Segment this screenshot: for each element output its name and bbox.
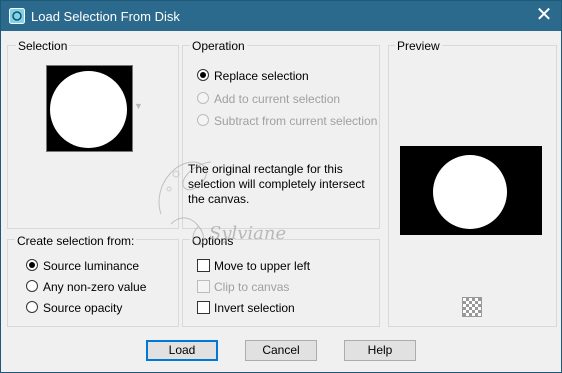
message-line: the canvas. [188, 192, 250, 206]
close-button[interactable]: ✕ [527, 1, 561, 31]
message-line: The original rectangle for this [188, 162, 343, 176]
radio-label: Subtract from current selection [214, 114, 378, 128]
preview-image [400, 146, 542, 235]
radio-indicator[interactable] [26, 301, 38, 313]
title-bar[interactable]: Load Selection From Disk ✕ [1, 1, 561, 31]
checkbox-box [197, 280, 210, 293]
close-icon: ✕ [535, 4, 553, 26]
radio-indicator [197, 92, 209, 104]
help-button[interactable]: Help [344, 340, 416, 361]
radio-label: Source luminance [43, 259, 140, 273]
preview-circle-shape [433, 155, 507, 229]
radio-indicator[interactable] [26, 280, 38, 292]
operation-group-title: Operation [190, 39, 247, 53]
transparency-checker-icon[interactable] [462, 297, 482, 317]
radio-label: Any non-zero value [43, 280, 147, 294]
checkbox-label: Move to upper left [214, 259, 311, 273]
message-line: selection will completely intersect [188, 177, 365, 191]
radio-label: Add to current selection [214, 92, 341, 106]
selection-thumbnail[interactable] [46, 65, 133, 152]
radio-indicator [197, 114, 209, 126]
create-from-group-title: Create selection from: [15, 234, 137, 248]
selection-circle-shape [50, 71, 127, 148]
preview-group-title: Preview [395, 39, 442, 53]
checkbox-box[interactable] [197, 259, 210, 272]
selection-group-title: Selection [16, 39, 70, 53]
selection-app-icon [9, 8, 25, 24]
checkbox-label: Invert selection [214, 301, 295, 315]
radio-label: Source opacity [43, 301, 123, 315]
checkbox-box[interactable] [197, 301, 210, 314]
cancel-button[interactable]: Cancel [245, 340, 317, 361]
radio-indicator[interactable] [26, 259, 38, 271]
dropdown-arrow-icon[interactable]: ▼ [134, 101, 143, 111]
window-title: Load Selection From Disk [31, 9, 180, 24]
dialog-window: Load Selection From Disk ✕ Selection ▼ O… [0, 0, 562, 373]
radio-label: Replace selection [214, 69, 309, 83]
options-group-title: Options [190, 234, 236, 248]
load-button[interactable]: Load [146, 340, 218, 361]
radio-indicator[interactable] [197, 69, 209, 81]
intersection-message: The original rectangle for this selectio… [188, 162, 378, 207]
checkbox-label: Clip to canvas [214, 280, 290, 294]
